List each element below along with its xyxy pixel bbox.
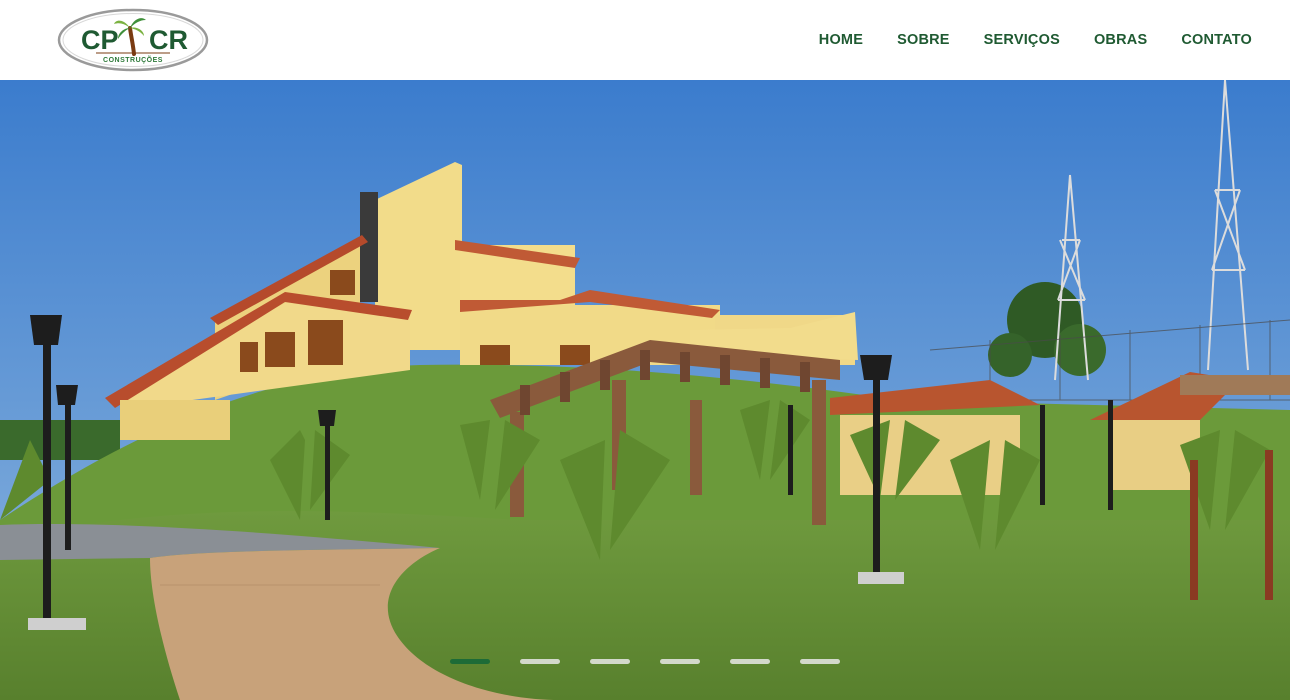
slider-pagination xyxy=(450,659,840,664)
slider-dot-3[interactable] xyxy=(590,659,630,664)
slider-dot-6[interactable] xyxy=(800,659,840,664)
site-header: CP CR CONSTRUÇÕES HOME SOBRE SERVIÇOS OB… xyxy=(0,0,1290,80)
nav-home[interactable]: HOME xyxy=(819,32,863,48)
logo-subtext: CONSTRUÇÕES xyxy=(103,55,163,64)
slider-dot-4[interactable] xyxy=(660,659,700,664)
slider-dot-1[interactable] xyxy=(450,659,490,664)
hero-slider xyxy=(0,80,1290,700)
logo-text-right: CR xyxy=(149,25,188,55)
hero-slide-image xyxy=(0,80,1290,700)
slider-dot-5[interactable] xyxy=(730,659,770,664)
nav-contato[interactable]: CONTATO xyxy=(1181,32,1252,48)
slider-dot-2[interactable] xyxy=(520,659,560,664)
main-nav: HOME SOBRE SERVIÇOS OBRAS CONTATO xyxy=(819,0,1252,80)
nav-sobre[interactable]: SOBRE xyxy=(897,32,950,48)
nav-servicos[interactable]: SERVIÇOS xyxy=(984,32,1060,48)
nav-obras[interactable]: OBRAS xyxy=(1094,32,1147,48)
logo-text-left: CP xyxy=(81,25,119,55)
brand-logo[interactable]: CP CR CONSTRUÇÕES xyxy=(56,8,210,72)
